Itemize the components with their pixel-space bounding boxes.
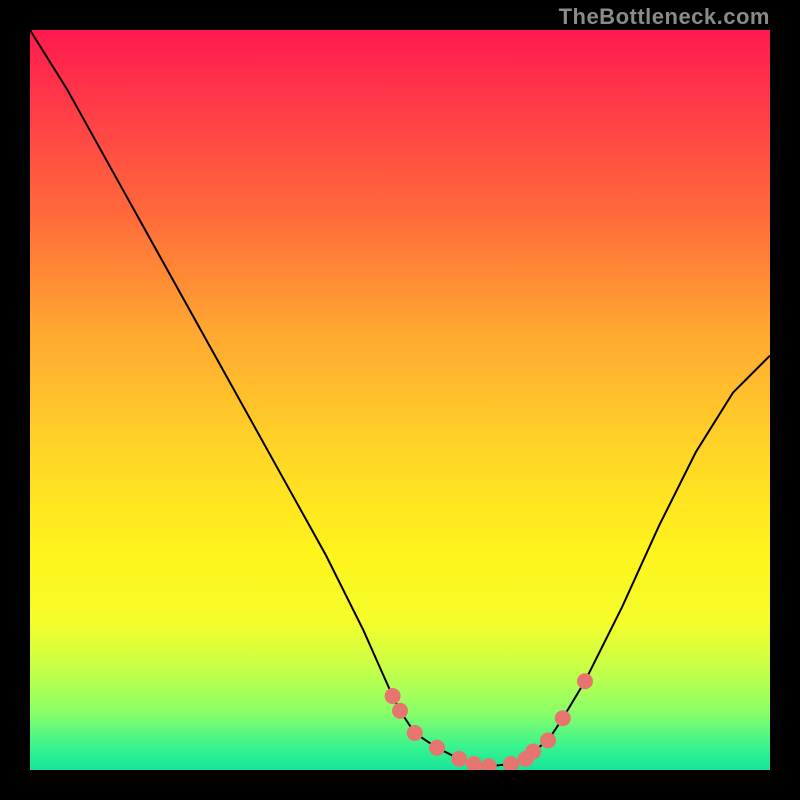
- highlight-marker: [481, 758, 497, 770]
- highlight-marker: [407, 725, 423, 741]
- highlight-marker: [540, 732, 556, 748]
- highlight-marker: [525, 744, 541, 760]
- highlight-marker: [555, 710, 571, 726]
- watermark-text: TheBottleneck.com: [559, 4, 770, 30]
- highlight-marker: [429, 740, 445, 756]
- highlight-markers: [385, 673, 593, 770]
- highlight-marker: [451, 751, 467, 767]
- highlight-marker: [503, 756, 519, 770]
- plot-area: [30, 30, 770, 770]
- bottleneck-curve-svg: [30, 30, 770, 770]
- highlight-marker: [392, 703, 408, 719]
- highlight-marker: [577, 673, 593, 689]
- chart-frame: TheBottleneck.com: [0, 0, 800, 800]
- highlight-marker: [385, 688, 401, 704]
- highlight-marker: [466, 756, 482, 770]
- bottleneck-curve-line: [30, 30, 770, 766]
